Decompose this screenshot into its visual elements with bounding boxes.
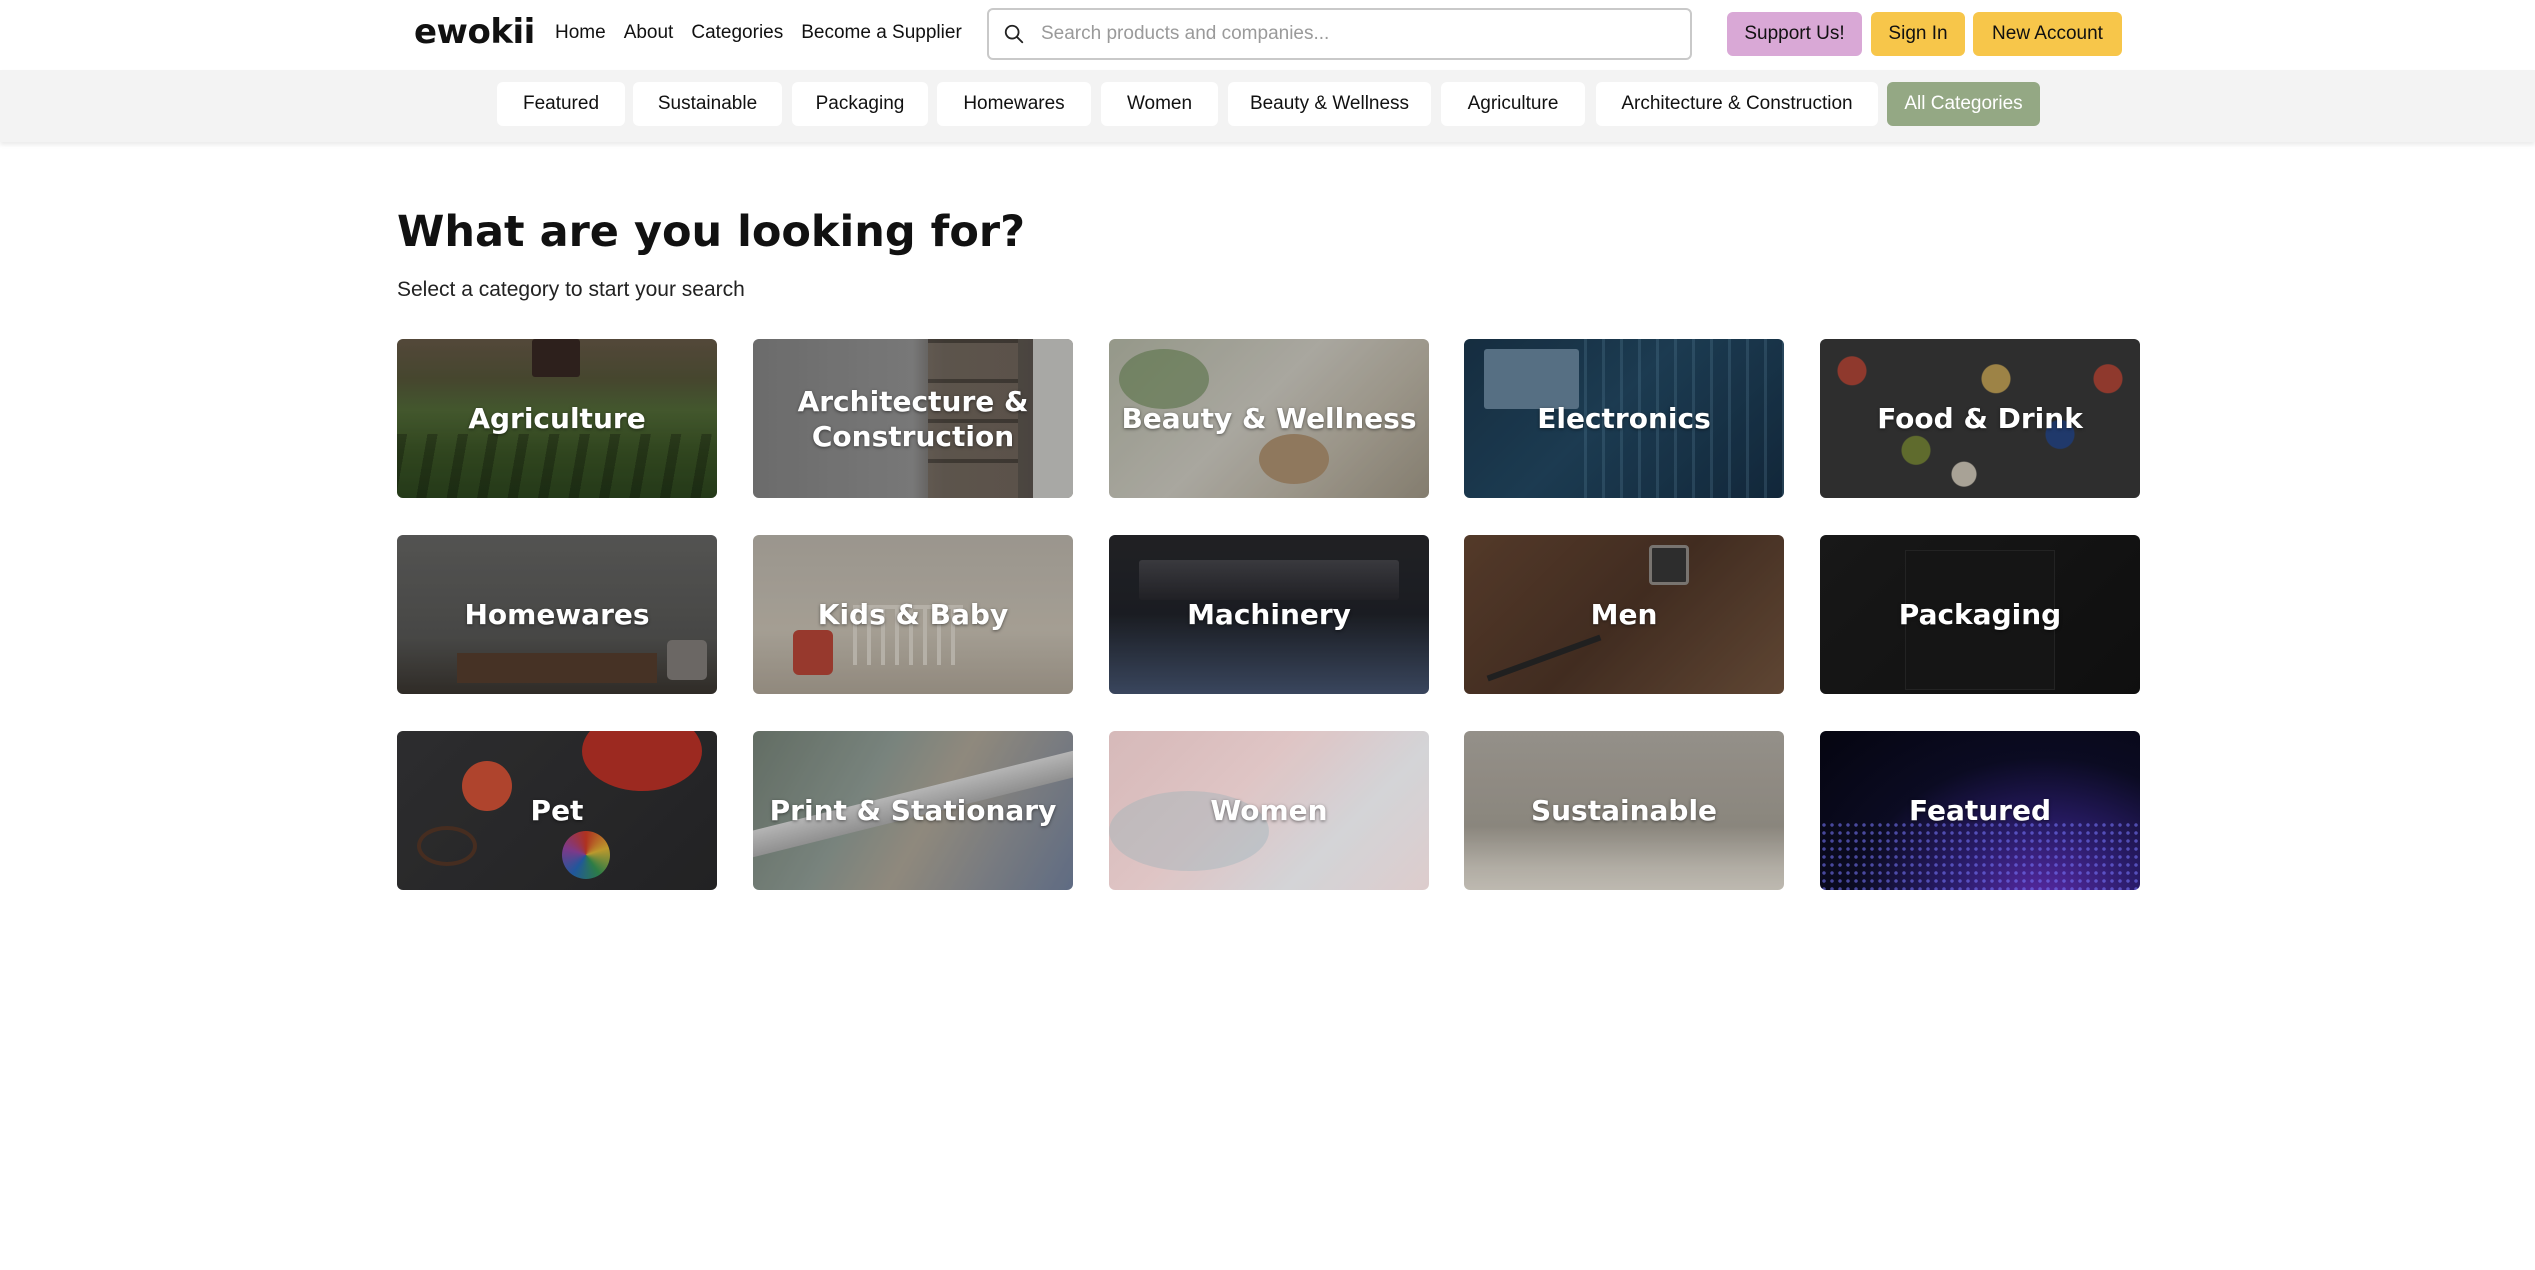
tile-label: Kids & Baby <box>817 598 1009 631</box>
chip-agriculture[interactable]: Agriculture <box>1441 82 1585 126</box>
new-account-button[interactable]: New Account <box>1973 12 2122 56</box>
page-subtitle: Select a category to start your search <box>397 278 745 301</box>
category-tile-electronics[interactable]: Electronics <box>1464 339 1784 498</box>
search-box[interactable] <box>987 8 1692 60</box>
tile-label: Homewares <box>464 598 650 631</box>
category-tile-sustainable[interactable]: Sustainable <box>1464 731 1784 890</box>
tile-label: Electronics <box>1537 402 1711 435</box>
tile-label: Architecture & Construction <box>797 384 1029 453</box>
category-tile-beauty-wellness[interactable]: Beauty & Wellness <box>1109 339 1429 498</box>
category-tile-packaging[interactable]: Packaging <box>1820 535 2140 694</box>
category-tile-pet[interactable]: Pet <box>397 731 717 890</box>
category-tile-machinery[interactable]: Machinery <box>1109 535 1429 694</box>
category-tile-men[interactable]: Men <box>1464 535 1784 694</box>
tile-label: Pet <box>530 794 584 827</box>
chip-architecture-construction[interactable]: Architecture & Construction <box>1596 82 1878 126</box>
tile-label: Featured <box>1908 794 2052 827</box>
nav-home[interactable]: Home <box>555 22 606 44</box>
nav-categories[interactable]: Categories <box>691 22 783 44</box>
tile-label: Beauty & Wellness <box>1121 402 1417 435</box>
tile-label: Food & Drink <box>1877 402 2083 435</box>
tile-label: Machinery <box>1187 598 1351 631</box>
search-input[interactable] <box>1041 20 1671 48</box>
page-title: What are you looking for? <box>397 207 1026 257</box>
category-tile-kids-baby[interactable]: Kids & Baby <box>753 535 1073 694</box>
category-bar: Featured Sustainable Packaging Homewares… <box>0 70 2535 142</box>
logo[interactable]: ewokii <box>414 12 535 52</box>
support-us-button[interactable]: Support Us! <box>1727 12 1862 56</box>
tile-label: Print & Stationary <box>769 794 1057 827</box>
tile-label: Sustainable <box>1530 794 1718 827</box>
nav-become-supplier[interactable]: Become a Supplier <box>801 22 962 44</box>
tile-label: Agriculture <box>468 402 646 435</box>
nav-about[interactable]: About <box>624 22 674 44</box>
category-tile-print-stationary[interactable]: Print & Stationary <box>753 731 1073 890</box>
tile-label: Men <box>1590 598 1658 631</box>
category-tile-featured[interactable]: Featured <box>1820 731 2140 890</box>
category-tile-architecture-construction[interactable]: Architecture & Construction <box>753 339 1073 498</box>
chip-women[interactable]: Women <box>1101 82 1218 126</box>
chip-packaging[interactable]: Packaging <box>792 82 928 126</box>
tile-label: Women <box>1210 794 1328 827</box>
dots-pattern-image <box>1820 821 2140 890</box>
chip-beauty-wellness[interactable]: Beauty & Wellness <box>1228 82 1431 126</box>
chip-sustainable[interactable]: Sustainable <box>633 82 782 126</box>
chip-all-categories[interactable]: All Categories <box>1887 82 2040 126</box>
chip-featured[interactable]: Featured <box>497 82 625 126</box>
chip-homewares[interactable]: Homewares <box>937 82 1091 126</box>
main-nav: Home About Categories Become a Supplier <box>555 22 980 44</box>
category-tile-women[interactable]: Women <box>1109 731 1429 890</box>
category-tile-food-drink[interactable]: Food & Drink <box>1820 339 2140 498</box>
category-tile-homewares[interactable]: Homewares <box>397 535 717 694</box>
tile-label: Packaging <box>1898 598 2062 631</box>
search-icon <box>1004 24 1024 44</box>
sign-in-button[interactable]: Sign In <box>1871 12 1965 56</box>
top-header: ewokii Home About Categories Become a Su… <box>0 0 2535 70</box>
category-tile-agriculture[interactable]: Agriculture <box>397 339 717 498</box>
